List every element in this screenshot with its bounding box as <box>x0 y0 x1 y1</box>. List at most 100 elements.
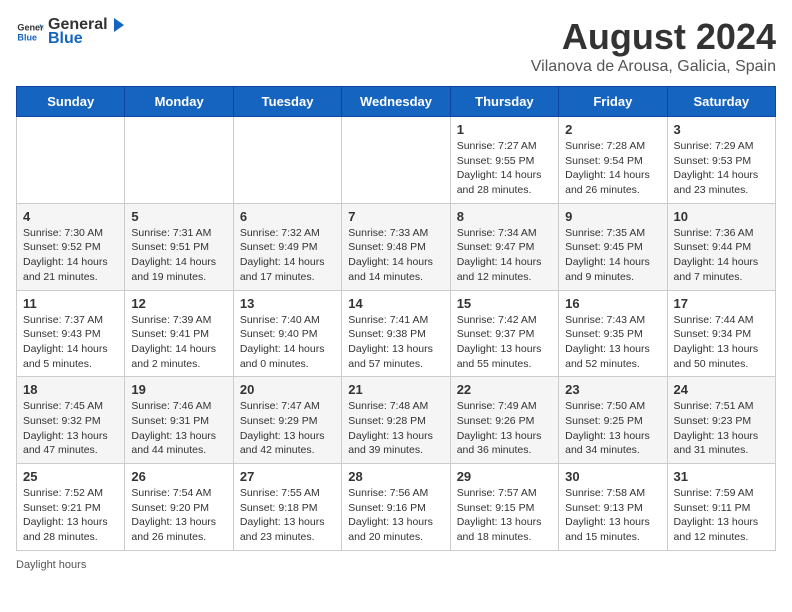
day-number: 3 <box>674 122 769 137</box>
calendar-cell-w1-d5: 9Sunrise: 7:35 AMSunset: 9:45 PMDaylight… <box>559 203 667 290</box>
day-number: 10 <box>674 209 769 224</box>
day-number: 26 <box>131 469 226 484</box>
day-header-saturday: Saturday <box>667 87 775 117</box>
day-info: Sunrise: 7:57 AMSunset: 9:15 PMDaylight:… <box>457 486 552 545</box>
day-header-wednesday: Wednesday <box>342 87 450 117</box>
day-number: 20 <box>240 382 335 397</box>
calendar-cell-w0-d3 <box>342 117 450 204</box>
calendar-cell-w0-d0 <box>17 117 125 204</box>
day-info: Sunrise: 7:47 AMSunset: 9:29 PMDaylight:… <box>240 399 335 458</box>
calendar-cell-w4-d5: 30 Sunrise: 7:58 AMSunset: 9:13 PMDayligh… <box>559 464 667 551</box>
day-info: Sunrise: 7:42 AMSunset: 9:37 PMDaylight:… <box>457 313 552 372</box>
day-number: 30 <box>565 469 660 484</box>
day-info: Sunrise: 7:36 AMSunset: 9:44 PMDaylight:… <box>674 226 769 285</box>
day-info: Sunrise: 7:31 AMSunset: 9:51 PMDaylight:… <box>131 226 226 285</box>
calendar-cell-w1-d4: 8 Sunrise: 7:34 AMSunset: 9:47 PMDaylight… <box>450 203 558 290</box>
day-number: 7 <box>348 209 443 224</box>
calendar-cell-w4-d3: 28 Sunrise: 7:56 AMSunset: 9:16 PMDayligh… <box>342 464 450 551</box>
day-number: 5 <box>131 209 226 224</box>
day-info: Sunrise: 7:34 AMSunset: 9:47 PMDaylight:… <box>457 226 552 285</box>
day-info: Sunrise: 7:46 AMSunset: 9:31 PMDaylight:… <box>131 399 226 458</box>
day-header-monday: Monday <box>125 87 233 117</box>
day-info: Sunrise: 7:32 AMSunset: 9:49 PMDaylight:… <box>240 226 335 285</box>
calendar-cell-w0-d1 <box>125 117 233 204</box>
day-info: Sunrise: 7:37 AMSunset: 9:43 PMDaylight:… <box>23 313 118 372</box>
day-info: Sunrise: 7:55 AMSunset: 9:18 PMDaylight:… <box>240 486 335 545</box>
header: General Blue General Blue August 2024 Vi… <box>16 16 776 76</box>
day-number: 1 <box>457 122 552 137</box>
day-number: 27 <box>240 469 335 484</box>
calendar-cell-w2-d6: 17Sunrise: 7:44 AMSunset: 9:34 PMDayligh… <box>667 290 775 377</box>
day-info: Sunrise: 7:44 AMSunset: 9:34 PMDaylight:… <box>674 313 769 372</box>
calendar-cell-w2-d2: 13Sunrise: 7:40 AMSunset: 9:40 PMDayligh… <box>233 290 341 377</box>
day-number: 9 <box>565 209 660 224</box>
calendar-cell-w3-d0: 18Sunrise: 7:45 AMSunset: 9:32 PMDayligh… <box>17 377 125 464</box>
subtitle: Vilanova de Arousa, Galicia, Spain <box>531 58 776 76</box>
calendar-cell-w2-d0: 11 Sunrise: 7:37 AMSunset: 9:43 PMDayligh… <box>17 290 125 377</box>
calendar-cell-w2-d3: 14 Sunrise: 7:41 AMSunset: 9:38 PMDayligh… <box>342 290 450 377</box>
day-number: 11 <box>23 296 118 311</box>
day-info: Sunrise: 7:41 AMSunset: 9:38 PMDaylight:… <box>348 313 443 372</box>
logo-icon: General Blue <box>16 18 44 46</box>
calendar-cell-w4-d0: 25 Sunrise: 7:52 AMSunset: 9:21 PMDayligh… <box>17 464 125 551</box>
calendar-cell-w4-d4: 29 Sunrise: 7:57 AMSunset: 9:15 PMDayligh… <box>450 464 558 551</box>
footer-note: Daylight hours <box>16 559 776 571</box>
day-info: Sunrise: 7:39 AMSunset: 9:41 PMDaylight:… <box>131 313 226 372</box>
calendar-cell-w1-d2: 6 Sunrise: 7:32 AMSunset: 9:49 PMDaylight… <box>233 203 341 290</box>
day-number: 21 <box>348 382 443 397</box>
calendar-cell-w4-d2: 27 Sunrise: 7:55 AMSunset: 9:18 PMDayligh… <box>233 464 341 551</box>
day-info: Sunrise: 7:27 AMSunset: 9:55 PMDaylight:… <box>457 139 552 198</box>
calendar-cell-w3-d5: 23 Sunrise: 7:50 AMSunset: 9:25 PMDayligh… <box>559 377 667 464</box>
day-info: Sunrise: 7:49 AMSunset: 9:26 PMDaylight:… <box>457 399 552 458</box>
day-number: 15 <box>457 296 552 311</box>
day-header-tuesday: Tuesday <box>233 87 341 117</box>
title-area: August 2024 Vilanova de Arousa, Galicia,… <box>531 16 776 76</box>
day-number: 28 <box>348 469 443 484</box>
day-info: Sunrise: 7:45 AMSunset: 9:32 PMDaylight:… <box>23 399 118 458</box>
day-number: 14 <box>348 296 443 311</box>
calendar-cell-w0-d2 <box>233 117 341 204</box>
calendar-cell-w3-d3: 21 Sunrise: 7:48 AMSunset: 9:28 PMDayligh… <box>342 377 450 464</box>
day-info: Sunrise: 7:29 AMSunset: 9:53 PMDaylight:… <box>674 139 769 198</box>
day-header-thursday: Thursday <box>450 87 558 117</box>
logo: General Blue General Blue <box>16 16 126 48</box>
calendar-cell-w3-d6: 24 Sunrise: 7:51 AMSunset: 9:23 PMDayligh… <box>667 377 775 464</box>
day-number: 8 <box>457 209 552 224</box>
day-info: Sunrise: 7:54 AMSunset: 9:20 PMDaylight:… <box>131 486 226 545</box>
day-header-sunday: Sunday <box>17 87 125 117</box>
day-info: Sunrise: 7:56 AMSunset: 9:16 PMDaylight:… <box>348 486 443 545</box>
day-info: Sunrise: 7:48 AMSunset: 9:28 PMDaylight:… <box>348 399 443 458</box>
calendar-cell-w1-d6: 10 Sunrise: 7:36 AMSunset: 9:44 PMDayligh… <box>667 203 775 290</box>
day-number: 29 <box>457 469 552 484</box>
day-info: Sunrise: 7:51 AMSunset: 9:23 PMDaylight:… <box>674 399 769 458</box>
day-info: Sunrise: 7:40 AMSunset: 9:40 PMDaylight:… <box>240 313 335 372</box>
day-info: Sunrise: 7:43 AMSunset: 9:35 PMDaylight:… <box>565 313 660 372</box>
day-number: 4 <box>23 209 118 224</box>
main-title: August 2024 <box>531 16 776 58</box>
calendar-cell-w1-d3: 7 Sunrise: 7:33 AMSunset: 9:48 PMDaylight… <box>342 203 450 290</box>
day-info: Sunrise: 7:58 AMSunset: 9:13 PMDaylight:… <box>565 486 660 545</box>
calendar-cell-w3-d2: 20 Sunrise: 7:47 AMSunset: 9:29 PMDayligh… <box>233 377 341 464</box>
calendar-cell-w4-d6: 31 Sunrise: 7:59 AMSunset: 9:11 PMDayligh… <box>667 464 775 551</box>
day-number: 31 <box>674 469 769 484</box>
day-number: 24 <box>674 382 769 397</box>
logo-arrow-icon <box>108 16 126 34</box>
day-number: 22 <box>457 382 552 397</box>
day-number: 16 <box>565 296 660 311</box>
day-number: 12 <box>131 296 226 311</box>
calendar-table: SundayMondayTuesdayWednesdayThursdayFrid… <box>16 86 776 551</box>
day-number: 6 <box>240 209 335 224</box>
calendar-cell-w1-d1: 5 Sunrise: 7:31 AMSunset: 9:51 PMDaylight… <box>125 203 233 290</box>
calendar-cell-w1-d0: 4 Sunrise: 7:30 AMSunset: 9:52 PMDaylight… <box>17 203 125 290</box>
day-info: Sunrise: 7:33 AMSunset: 9:48 PMDaylight:… <box>348 226 443 285</box>
day-info: Sunrise: 7:52 AMSunset: 9:21 PMDaylight:… <box>23 486 118 545</box>
calendar-cell-w4-d1: 26 Sunrise: 7:54 AMSunset: 9:20 PMDayligh… <box>125 464 233 551</box>
calendar-cell-w0-d6: 3 Sunrise: 7:29 AMSunset: 9:53 PMDaylight… <box>667 117 775 204</box>
day-info: Sunrise: 7:59 AMSunset: 9:11 PMDaylight:… <box>674 486 769 545</box>
day-number: 25 <box>23 469 118 484</box>
day-number: 23 <box>565 382 660 397</box>
day-info: Sunrise: 7:30 AMSunset: 9:52 PMDaylight:… <box>23 226 118 285</box>
day-info: Sunrise: 7:50 AMSunset: 9:25 PMDaylight:… <box>565 399 660 458</box>
calendar-cell-w0-d5: 2Sunrise: 7:28 AMSunset: 9:54 PMDaylight… <box>559 117 667 204</box>
calendar-cell-w2-d1: 12 Sunrise: 7:39 AMSunset: 9:41 PMDayligh… <box>125 290 233 377</box>
